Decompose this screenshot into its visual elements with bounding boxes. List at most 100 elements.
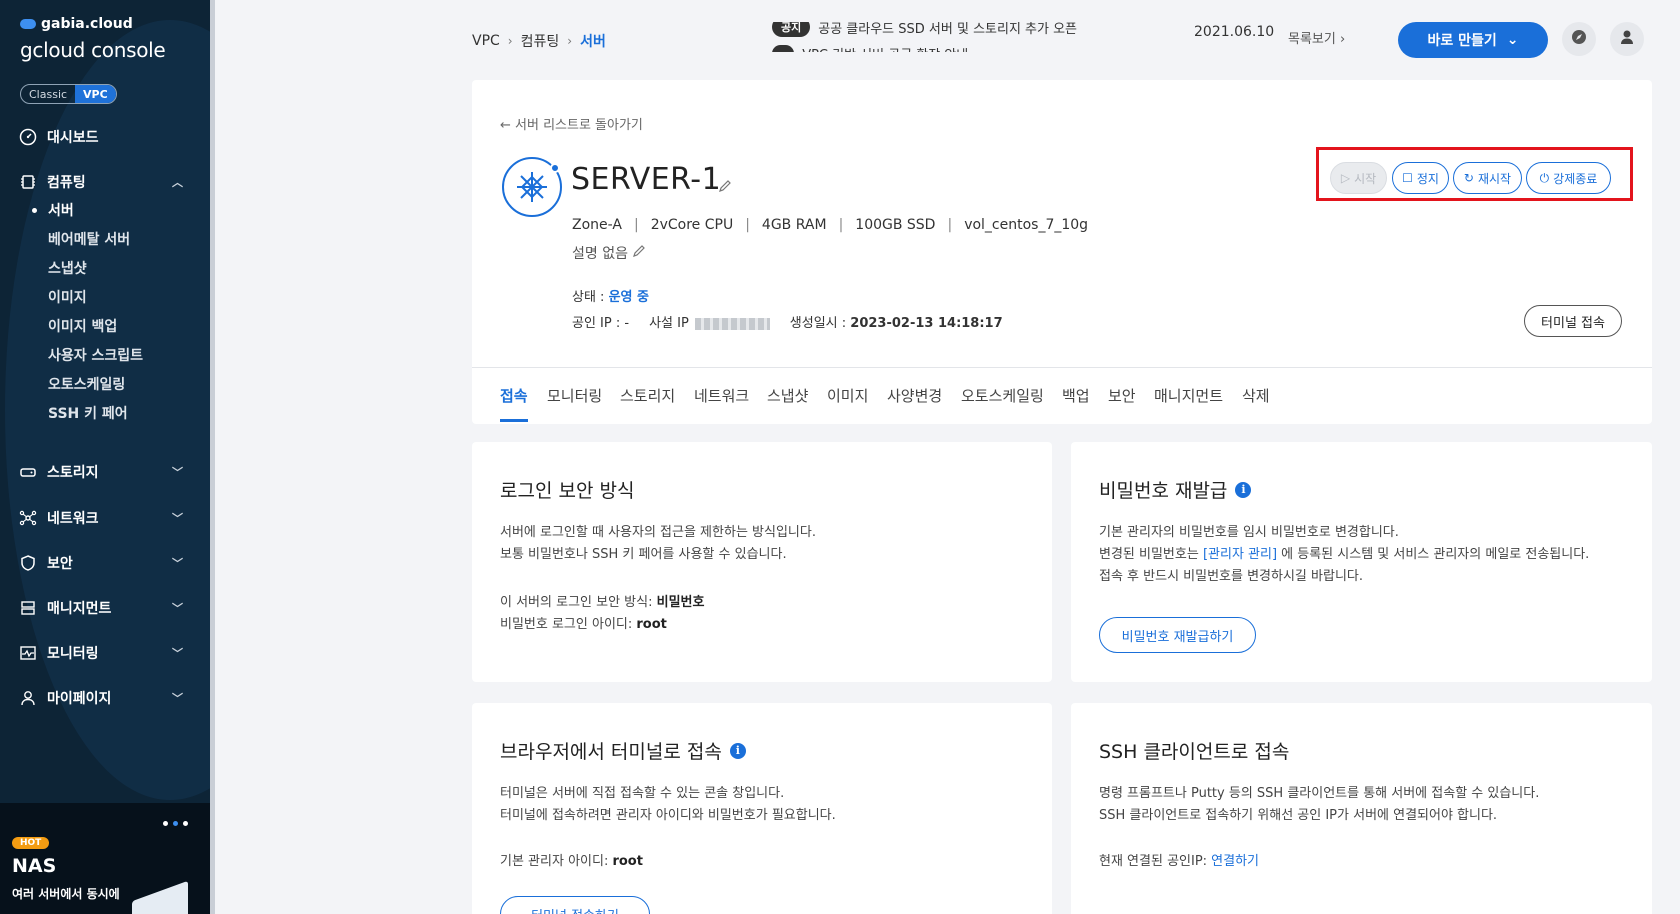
tab-delete[interactable]: 삭제 [1242, 385, 1270, 406]
chevron-down-icon: ﹀ [172, 602, 183, 615]
nav-computing-label: 컴퓨팅 [47, 175, 86, 191]
info-icon[interactable]: i [729, 742, 746, 759]
restart-button[interactable]: ↻ 재시작 [1453, 162, 1522, 194]
ssh-client-desc2: SSH 클라이언트로 접속하기 위해선 공인 IP가 서버에 연결되어야 합니다… [1099, 808, 1498, 823]
breadcrumb-server[interactable]: 서버 [580, 31, 606, 51]
tab-connect[interactable]: 접속 [500, 385, 528, 422]
mode-classic-option[interactable]: Classic [21, 85, 75, 103]
notice-list-link[interactable]: 목록보기 › [1288, 28, 1345, 47]
server-os-icon [502, 157, 562, 217]
user-icon [1618, 28, 1636, 50]
nav-network[interactable]: 네트워크 ﹀ [0, 500, 205, 536]
tab-autoscaling[interactable]: 오토스케일링 [961, 385, 1044, 406]
notice-ticker[interactable]: 공지 공공 클라우드 SSD 서버 및 스토리지 추가 오픈 · VPC 기반 … [772, 22, 1132, 52]
tab-security[interactable]: 보안 [1108, 385, 1136, 406]
ssh-client-ip: 현재 연결된 공인IP: 연결하기 [1099, 851, 1259, 873]
chevron-up-icon: ︿ [172, 176, 183, 189]
tab-monitoring[interactable]: 모니터링 [547, 385, 602, 406]
breadcrumb-vpc[interactable]: VPC [472, 33, 500, 49]
password-reset-desc2-post: 에 등록된 시스템 및 서비스 관리자의 메일로 전송됩니다. [1277, 547, 1590, 562]
tab-management[interactable]: 매니지먼트 [1154, 385, 1223, 406]
ssh-client-description: 명령 프롬프트나 Putty 등의 SSH 클라이언트를 통해 서버에 접속할 … [1099, 783, 1539, 827]
terminal-connect-open-button[interactable]: 터미널 접속하기 [500, 896, 650, 914]
restart-label: 재시작 [1477, 171, 1512, 186]
login-security-details: 이 서버의 로그인 보안 방식: 비밀번호 비밀번호 로그인 아이디: root [500, 592, 704, 636]
promo-title: NAS [12, 855, 57, 877]
password-reset-description: 기본 관리자의 비밀번호를 임시 비밀번호로 변경합니다. 변경된 비밀번호는 … [1099, 522, 1589, 588]
sub-item-server[interactable]: 서버 [32, 200, 74, 220]
quick-create-button[interactable]: 바로 만들기 ⌄ [1398, 22, 1548, 58]
status-dot [550, 163, 560, 173]
nav-management[interactable]: 매니지먼트 ﹀ [0, 590, 205, 626]
ssh-client-desc1: 명령 프롬프트나 Putty 등의 SSH 클라이언트를 통해 서버에 접속할 … [1099, 786, 1540, 801]
login-method-label: 이 서버의 로그인 보안 방식: [500, 595, 657, 610]
password-reset-title: 비밀번호 재발급 i [1099, 476, 1252, 503]
back-to-list-link[interactable]: ← 서버 리스트로 돌아가기 [500, 114, 643, 133]
network-icon [18, 508, 38, 528]
sidebar-scrollbar[interactable] [210, 0, 215, 914]
brand-small-text: gabia.cloud [41, 16, 133, 32]
tab-snapshot[interactable]: 스냅샷 [767, 385, 808, 406]
tab-storage[interactable]: 스토리지 [620, 385, 675, 406]
stop-button[interactable]: ☐ 정지 [1392, 162, 1449, 194]
nav-monitoring[interactable]: 모니터링 ﹀ [0, 635, 205, 671]
terminal-connect-button[interactable]: 터미널 접속 [1524, 305, 1622, 337]
breadcrumb-computing[interactable]: 컴퓨팅 [521, 31, 560, 51]
pencil-icon[interactable] [718, 178, 732, 197]
top-bar: VPC › 컴퓨팅 › 서버 공지 공공 클라우드 SSD 서버 및 스토리지 … [215, 0, 1680, 75]
refresh-icon: ↻ [1463, 171, 1474, 185]
tab-spec-change[interactable]: 사양변경 [887, 385, 942, 406]
login-method-value: 비밀번호 [656, 595, 705, 610]
promo-banner[interactable]: HOT NAS 여러 서버에서 동시에 [0, 803, 210, 914]
sub-item-image[interactable]: 이미지 [48, 287, 87, 307]
notice-text-next[interactable]: VPC 기반 서버 공급 확장 안내 [802, 44, 968, 53]
password-reset-desc2-pre: 변경된 비밀번호는 [1099, 547, 1203, 562]
notice-tag-next: · [772, 44, 795, 52]
server-tabs: 접속 모니터링 스토리지 네트워크 스냅샷 이미지 사양변경 오토스케일링 백업… [472, 367, 1652, 424]
connected-ip-label: 현재 연결된 공인IP: [1099, 854, 1212, 869]
info-icon[interactable]: i [1235, 481, 1252, 498]
sub-item-snapshot[interactable]: 스냅샷 [48, 258, 87, 278]
tab-backup[interactable]: 백업 [1062, 385, 1090, 406]
password-reset-desc1: 기본 관리자의 비밀번호를 임시 비밀번호로 변경합니다. [1099, 525, 1399, 540]
password-reset-button[interactable]: 비밀번호 재발급하기 [1099, 617, 1256, 653]
nav-dashboard-label: 대시보드 [47, 130, 99, 146]
spec-cpu: 2vCore CPU [650, 217, 734, 233]
force-stop-label: 강제종료 [1553, 171, 1598, 186]
sub-item-ssh-keypair[interactable]: SSH 키 페어 [48, 403, 128, 423]
pencil-icon[interactable] [632, 244, 646, 262]
login-security-desc2: 보통 비밀번호나 SSH 키 페어를 사용할 수 있습니다. [500, 547, 787, 562]
sub-item-autoscaling[interactable]: 오토스케일링 [48, 374, 125, 394]
nas-box-illustration [132, 880, 188, 914]
admin-management-link[interactable]: [관리자 관리] [1203, 547, 1277, 562]
ssh-client-title: SSH 클라이언트로 접속 [1099, 737, 1289, 764]
nav-security[interactable]: 보안 ﹀ [0, 545, 205, 581]
nav-mypage[interactable]: 마이페이지 ﹀ [0, 680, 205, 716]
sub-item-user-script[interactable]: 사용자 스크립트 [48, 345, 143, 365]
tab-image[interactable]: 이미지 [827, 385, 868, 406]
nav-storage[interactable]: 스토리지 ﹀ [0, 454, 205, 490]
brand-logo[interactable]: gabia.cloud gcloud console [20, 16, 166, 62]
private-ip-label: 사설 IP [649, 316, 689, 331]
nav-dashboard[interactable]: 대시보드 [0, 119, 205, 155]
cloud-logo-icon [20, 19, 36, 29]
carousel-dots[interactable] [163, 821, 188, 826]
notice-date: 2021.06.10 [1194, 24, 1275, 40]
back-to-list-label: 서버 리스트로 돌아가기 [515, 118, 643, 133]
mode-vpc-option[interactable]: VPC [75, 85, 116, 103]
force-stop-button[interactable]: ⏻ 강제종료 [1526, 162, 1611, 194]
connect-ip-link[interactable]: 연결하기 [1211, 854, 1259, 869]
nav-computing[interactable]: 컴퓨팅 ︿ [0, 164, 205, 200]
status-label: 상태 : [572, 290, 609, 305]
sub-item-image-backup[interactable]: 이미지 백업 [48, 316, 117, 336]
tab-network[interactable]: 네트워크 [694, 385, 749, 406]
sub-item-baremetal[interactable]: 베어메탈 서버 [48, 229, 130, 249]
password-reset-card: 비밀번호 재발급 i 기본 관리자의 비밀번호를 임시 비밀번호로 변경합니다. … [1071, 442, 1652, 682]
chat-button[interactable] [1562, 22, 1596, 56]
notice-text[interactable]: 공공 클라우드 SSD 서버 및 스토리지 추가 오픈 [818, 22, 1077, 37]
user-icon [18, 688, 38, 708]
chip-icon [18, 172, 38, 192]
start-button[interactable]: ▷ 시작 [1330, 162, 1387, 194]
browser-terminal-title-text: 브라우저에서 터미널로 접속 [500, 741, 722, 763]
profile-button[interactable] [1610, 22, 1644, 56]
